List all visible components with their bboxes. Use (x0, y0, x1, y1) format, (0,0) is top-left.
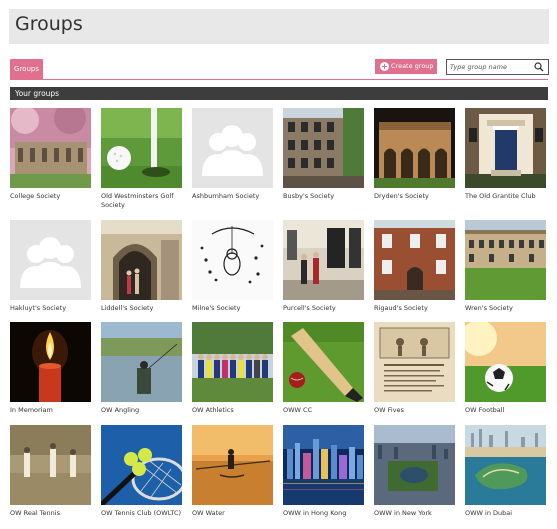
group-label[interactable]: OWW in New York (374, 509, 455, 518)
group-tile[interactable]: Liddell's Society (101, 220, 182, 313)
group-tile[interactable]: Purcell's Society (283, 220, 364, 313)
group-tile[interactable]: OW Fives (374, 322, 455, 415)
group-label[interactable]: Rigaud's Society (374, 304, 455, 313)
group-label[interactable]: Hakluyt's Society (10, 304, 91, 313)
your-groups-header: Your groups (10, 87, 548, 100)
angling-photo[interactable] (101, 322, 182, 402)
group-label[interactable]: OW Real Tennis (10, 509, 91, 518)
group-label[interactable]: Old Westminsters Golf Society (101, 192, 182, 210)
bear-illustration[interactable] (192, 220, 273, 300)
group-label[interactable]: Milne's Society (192, 304, 273, 313)
group-tile[interactable]: OW Football (465, 322, 546, 415)
search-input[interactable] (450, 61, 532, 73)
football-photo[interactable] (465, 322, 546, 402)
create-group-label: Create group (391, 62, 434, 70)
group-tile[interactable]: Rigaud's Society (374, 220, 455, 313)
group-tile[interactable]: In Memoriam (10, 322, 91, 415)
group-tile[interactable]: Dryden's Society (374, 108, 455, 201)
doorway-photo[interactable] (465, 108, 546, 188)
group-label[interactable]: Wren's Society (465, 304, 546, 313)
tab-groups[interactable]: Groups (10, 59, 43, 80)
group-tile[interactable]: Old Westminsters Golf Society (101, 108, 182, 210)
real-tennis-photo[interactable] (10, 425, 91, 505)
group-label[interactable]: OW Fives (374, 406, 455, 415)
brick-building-photo[interactable] (283, 108, 364, 188)
group-tile[interactable]: OW Water (192, 425, 273, 518)
page-title: Groups (15, 13, 83, 35)
stone-arch-photo[interactable] (101, 220, 182, 300)
cricket-bat-photo[interactable] (283, 322, 364, 402)
group-label[interactable]: Dryden's Society (374, 192, 455, 201)
group-tile[interactable]: College Society (10, 108, 91, 201)
group-tile[interactable]: OWW in Hong Kong (283, 425, 364, 518)
create-group-button[interactable]: Create group (375, 59, 437, 74)
group-tile[interactable]: OW Real Tennis (10, 425, 91, 518)
old-print-photo[interactable] (374, 322, 455, 402)
group-tile[interactable]: OW Athletics (192, 322, 273, 415)
rowing-photo[interactable] (192, 425, 273, 505)
group-tile[interactable]: OW Angling (101, 322, 182, 415)
group-tile[interactable]: OWW in Dubai (465, 425, 546, 518)
red-brick-house-photo[interactable] (374, 220, 455, 300)
group-tile[interactable]: OWW in New York (374, 425, 455, 518)
golf-ball-photo[interactable] (101, 108, 182, 188)
header-bar: Groups (9, 9, 549, 44)
search-icon[interactable] (534, 62, 544, 72)
group-label[interactable]: OWW in Hong Kong (283, 509, 364, 518)
group-label[interactable]: In Memoriam (10, 406, 91, 415)
new-york-aerial-photo[interactable] (374, 425, 455, 505)
group-label[interactable]: OW Water (192, 509, 273, 518)
college-building-photo[interactable] (10, 108, 91, 188)
lawn-building-photo[interactable] (465, 220, 546, 300)
group-label[interactable]: OW Football (465, 406, 546, 415)
search-box (446, 59, 549, 75)
group-label[interactable]: OWW CC (283, 406, 364, 415)
candle-photo[interactable] (10, 322, 91, 402)
people-placeholder-icon[interactable] (192, 108, 273, 188)
group-tile[interactable]: OWW CC (283, 322, 364, 415)
group-label[interactable]: OWW in Dubai (465, 509, 546, 518)
hong-kong-skyline-photo[interactable] (283, 425, 364, 505)
tennis-balls-photo[interactable] (101, 425, 182, 505)
group-label[interactable]: The Old Grantite Club (465, 192, 546, 201)
group-tile[interactable]: OW Tennis Club (OWLTC) (101, 425, 182, 518)
group-label[interactable]: Liddell's Society (101, 304, 182, 313)
group-label[interactable]: Busby's Society (283, 192, 364, 201)
tab-underline (10, 79, 548, 80)
group-label[interactable]: OW Athletics (192, 406, 273, 415)
plus-icon (380, 62, 389, 71)
street-people-photo[interactable] (283, 220, 364, 300)
group-tile[interactable]: Ashburnham Society (192, 108, 273, 201)
group-tile[interactable]: The Old Grantite Club (465, 108, 546, 201)
group-label[interactable]: Purcell's Society (283, 304, 364, 313)
group-tile[interactable]: Milne's Society (192, 220, 273, 313)
team-photo[interactable] (192, 322, 273, 402)
group-label[interactable]: College Society (10, 192, 91, 201)
people-placeholder-icon[interactable] (10, 220, 91, 300)
group-label[interactable]: Ashburnham Society (192, 192, 273, 201)
group-label[interactable]: OW Tennis Club (OWLTC) (101, 509, 182, 518)
group-label[interactable]: OW Angling (101, 406, 182, 415)
dubai-aerial-photo[interactable] (465, 425, 546, 505)
group-tile[interactable]: Wren's Society (465, 220, 546, 313)
group-tile[interactable]: Hakluyt's Society (10, 220, 91, 313)
group-tile[interactable]: Busby's Society (283, 108, 364, 201)
arcade-building-photo[interactable] (374, 108, 455, 188)
